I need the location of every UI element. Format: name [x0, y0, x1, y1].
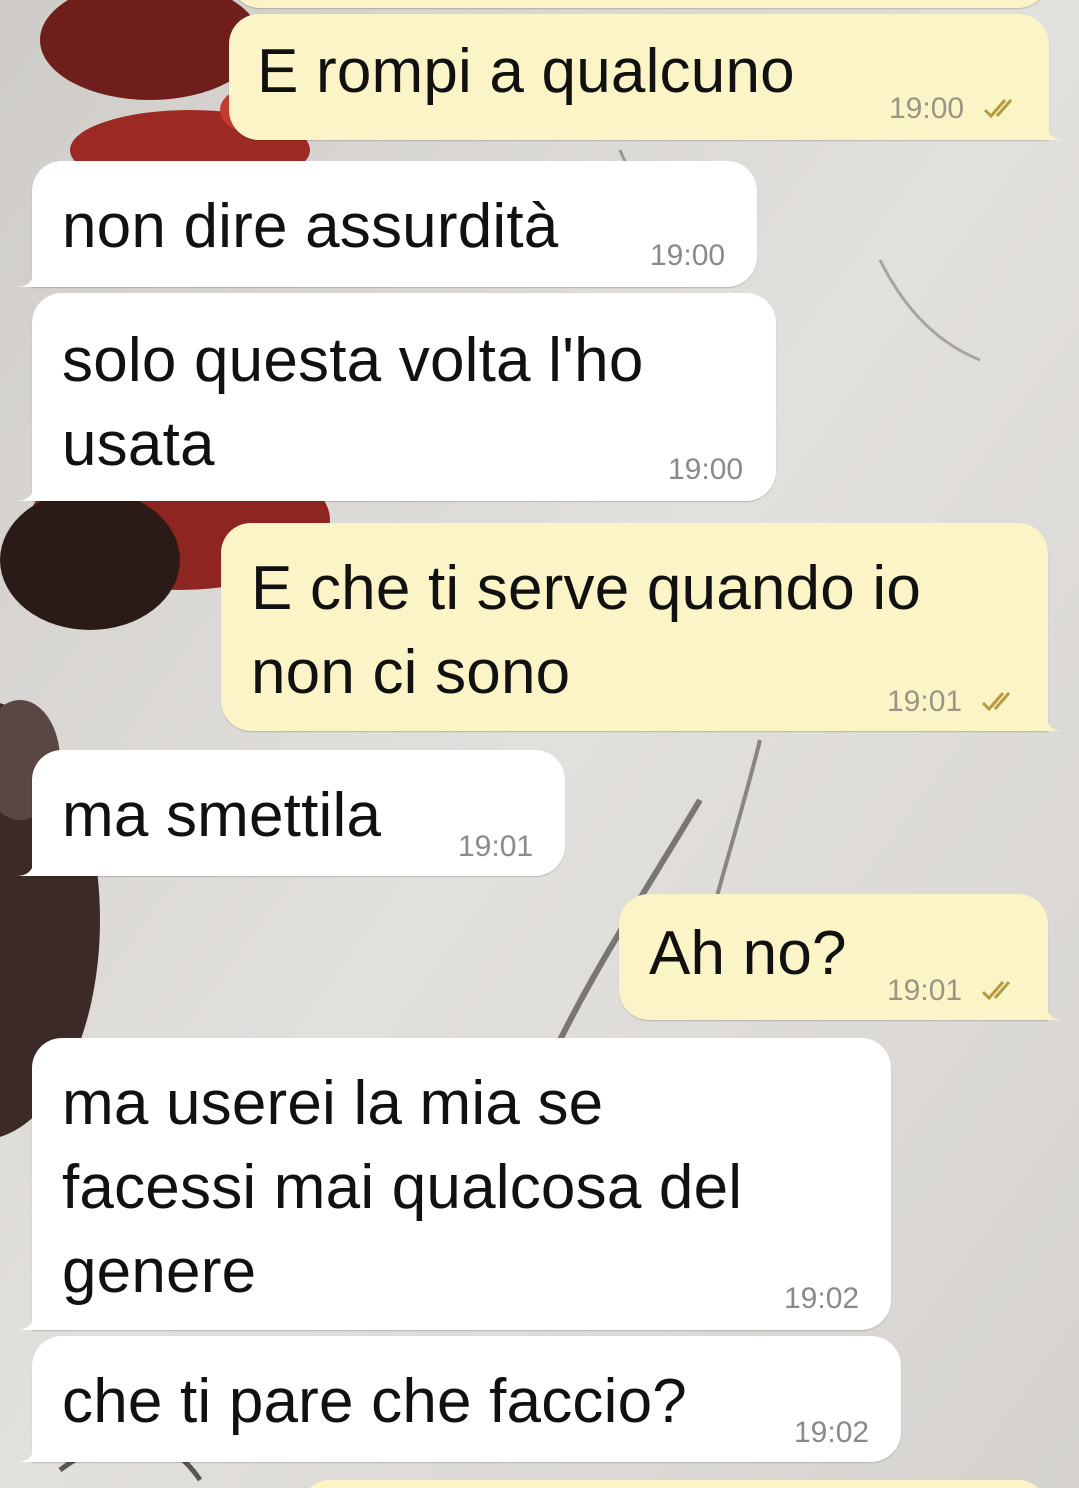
- bubble-tail: [16, 858, 34, 876]
- message-time: 19:02: [784, 1282, 860, 1315]
- message-time: 19:01: [887, 685, 963, 718]
- message-time: 19:00: [650, 239, 726, 272]
- bubble-tail: [16, 483, 34, 501]
- message-time: 19:00: [668, 453, 744, 486]
- bubble-tail: [1047, 122, 1065, 140]
- message-text: non dire assurdità: [62, 192, 559, 261]
- message-text: ma userei la mia se facessi mai qualcosa…: [62, 1069, 743, 1306]
- message-outgoing[interactable]: E rompi a qualcuno 19:00: [229, 14, 1065, 140]
- message-text: che ti pare che faccio?: [62, 1367, 687, 1436]
- message-incoming[interactable]: non dire assurdità 19:00: [16, 161, 757, 287]
- message-time: 19:00: [889, 92, 965, 125]
- message-incoming[interactable]: che ti pare che faccio? 19:02: [16, 1336, 901, 1462]
- bubble-tail: [16, 1444, 34, 1462]
- bubble-tail: [1046, 1002, 1064, 1020]
- bubble-tail: [16, 269, 34, 287]
- bubble-tail: [1046, 713, 1064, 731]
- message-incoming[interactable]: ma userei la mia se facessi mai qualcosa…: [16, 1038, 891, 1330]
- message-outgoing[interactable]: E che ti serve quando io non ci sono 19:…: [221, 523, 1064, 731]
- message-text: Ah no?: [649, 919, 847, 988]
- message-incoming[interactable]: solo questa volta l'ho usata 19:00: [16, 293, 776, 501]
- partial-message-top: [230, 0, 1048, 8]
- double-check-icon: [983, 99, 1013, 119]
- message-time: 19:01: [887, 974, 963, 1007]
- message-text: ma smettila: [62, 781, 382, 850]
- double-check-icon: [981, 692, 1011, 712]
- bubble-tail: [16, 1312, 34, 1330]
- message-incoming[interactable]: ma smettila 19:01: [16, 750, 565, 876]
- message-text: solo questa volta l'ho usata: [62, 326, 644, 479]
- message-time: 19:02: [794, 1416, 870, 1449]
- double-check-icon: [981, 981, 1011, 1001]
- chat-screen: E rompi a qualcuno 19:00 non dire assurd…: [0, 0, 1079, 1488]
- message-time: 19:01: [458, 830, 534, 863]
- message-text: E rompi a qualcuno: [257, 37, 795, 106]
- message-outgoing[interactable]: Ah no? 19:01: [619, 894, 1064, 1020]
- partial-message-bottom: [300, 1480, 1048, 1488]
- message-text: E che ti serve quando io non ci sono: [251, 554, 921, 707]
